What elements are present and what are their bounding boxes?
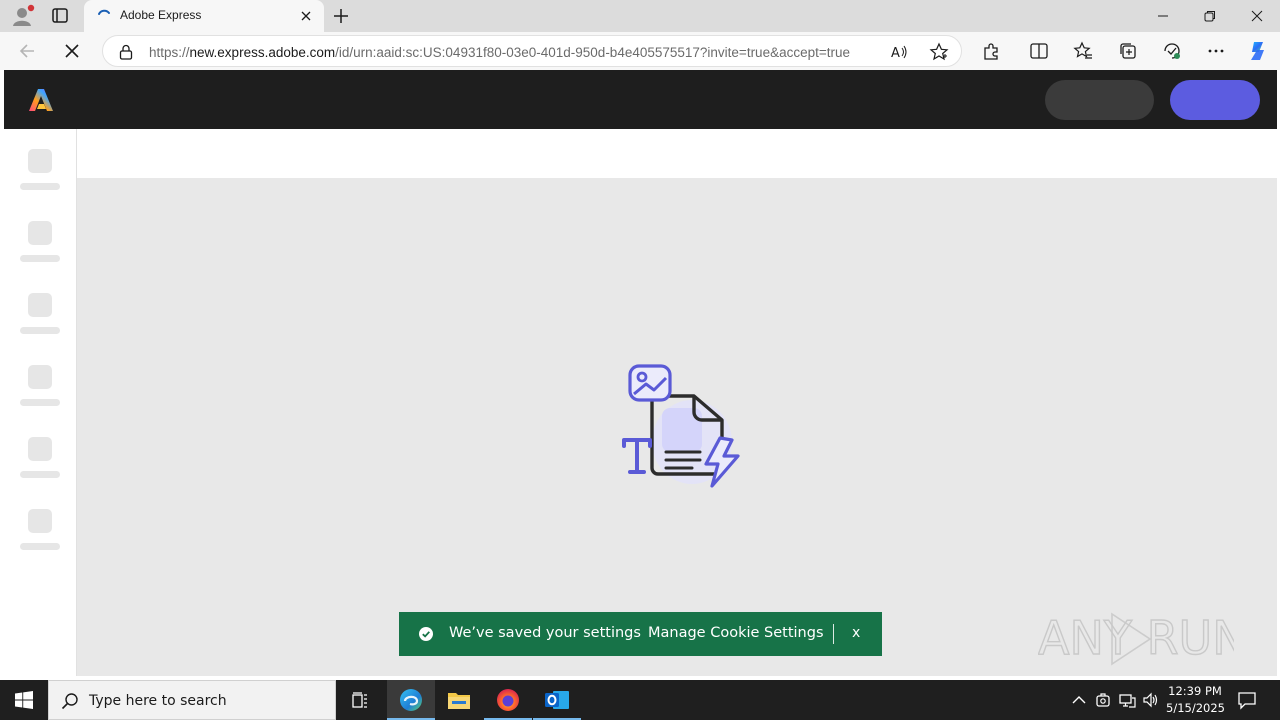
rail-placeholder-item	[20, 293, 60, 353]
tab-actions-icon[interactable]	[46, 4, 74, 28]
adobe-express-logo-icon[interactable]	[28, 87, 54, 113]
restore-icon[interactable]	[1187, 0, 1233, 32]
more-icon[interactable]	[1206, 41, 1226, 61]
page-content	[4, 70, 1277, 676]
browser-tab[interactable]: Adobe Express	[84, 0, 324, 32]
toast-message: We’ve saved your settings	[449, 625, 641, 641]
meet-now-icon[interactable]	[1094, 691, 1112, 709]
rail-placeholder-item	[20, 509, 60, 569]
url-path: /id/urn:aaid:sc:US:04931f80-03e0-401d-95…	[335, 45, 851, 60]
system-clock[interactable]: 12:39 PM 5/15/2025	[1166, 683, 1225, 717]
left-rail	[4, 129, 77, 676]
extensions-icon[interactable]	[981, 41, 1001, 61]
url-host: new.express.adobe.com	[189, 45, 336, 60]
address-bar[interactable]: https://new.express.adobe.com/id/urn:aai…	[102, 35, 962, 67]
clock-date: 5/15/2025	[1166, 701, 1225, 715]
profile-icon[interactable]	[8, 4, 36, 28]
task-view-icon[interactable]	[336, 680, 384, 720]
content-top-strip	[77, 129, 1277, 178]
close-icon[interactable]	[298, 8, 314, 24]
clock-time: 12:39 PM	[1168, 684, 1222, 698]
edge-icon[interactable]	[387, 680, 435, 720]
search-icon	[61, 692, 79, 710]
toast-close-button[interactable]: x	[852, 625, 860, 641]
firefox-icon[interactable]	[484, 680, 532, 720]
browser-essentials-icon[interactable]	[1162, 41, 1182, 61]
volume-icon[interactable]	[1142, 691, 1160, 709]
network-icon[interactable]	[1118, 691, 1136, 709]
collections-icon[interactable]	[1118, 41, 1138, 61]
rail-placeholder-item	[20, 221, 60, 281]
browser-toolbar: https://new.express.adobe.com/id/urn:aai…	[0, 32, 1280, 70]
back-arrow-icon[interactable]	[16, 39, 40, 63]
windows-taskbar: Type here to search 12:39 PM 5/15/2025	[0, 680, 1280, 720]
checkmark-icon	[419, 627, 433, 641]
toast-divider	[833, 624, 834, 644]
app-header	[4, 70, 1277, 129]
minimize-icon[interactable]	[1140, 0, 1186, 32]
url-scheme: https://	[149, 45, 190, 60]
header-primary-placeholder-button[interactable]	[1170, 80, 1260, 120]
windows-start-icon[interactable]	[0, 680, 48, 720]
notification-icon[interactable]	[1236, 690, 1258, 710]
search-placeholder: Type here to search	[89, 693, 227, 709]
watermark-text: ANY RUN	[1038, 611, 1234, 665]
rail-placeholder-item	[20, 149, 60, 209]
split-screen-icon[interactable]	[1029, 41, 1049, 61]
outlook-icon[interactable]	[533, 680, 581, 720]
url-text[interactable]: https://new.express.adobe.com/id/urn:aai…	[149, 45, 881, 60]
stop-loading-icon[interactable]	[60, 39, 84, 63]
manage-cookie-settings-link[interactable]: Manage Cookie Settings	[648, 625, 824, 641]
copilot-icon[interactable]	[1246, 39, 1270, 63]
taskbar-search-box[interactable]: Type here to search	[48, 680, 336, 720]
cookie-toast: We’ve saved your settings Manage Cookie …	[399, 612, 882, 656]
svg-text:A: A	[891, 46, 900, 61]
browser-title-bar: Adobe Express	[0, 0, 1280, 32]
read-aloud-icon[interactable]: A	[889, 42, 909, 62]
watermark-logo: ANY RUN	[1037, 608, 1247, 670]
header-placeholder-button[interactable]	[1045, 80, 1154, 120]
file-explorer-icon[interactable]	[435, 680, 483, 720]
lock-icon[interactable]	[119, 44, 133, 60]
close-window-icon[interactable]	[1234, 0, 1280, 32]
favorite-star-icon[interactable]	[929, 42, 949, 62]
chevron-up-icon[interactable]	[1070, 691, 1088, 709]
loading-illustration-icon	[616, 360, 742, 492]
plus-icon[interactable]	[330, 5, 352, 27]
tab-title: Adobe Express	[120, 8, 202, 22]
rail-placeholder-item	[20, 437, 60, 497]
favorites-icon[interactable]	[1073, 41, 1093, 61]
loading-spinner-icon	[96, 8, 112, 24]
rail-placeholder-item	[20, 365, 60, 425]
